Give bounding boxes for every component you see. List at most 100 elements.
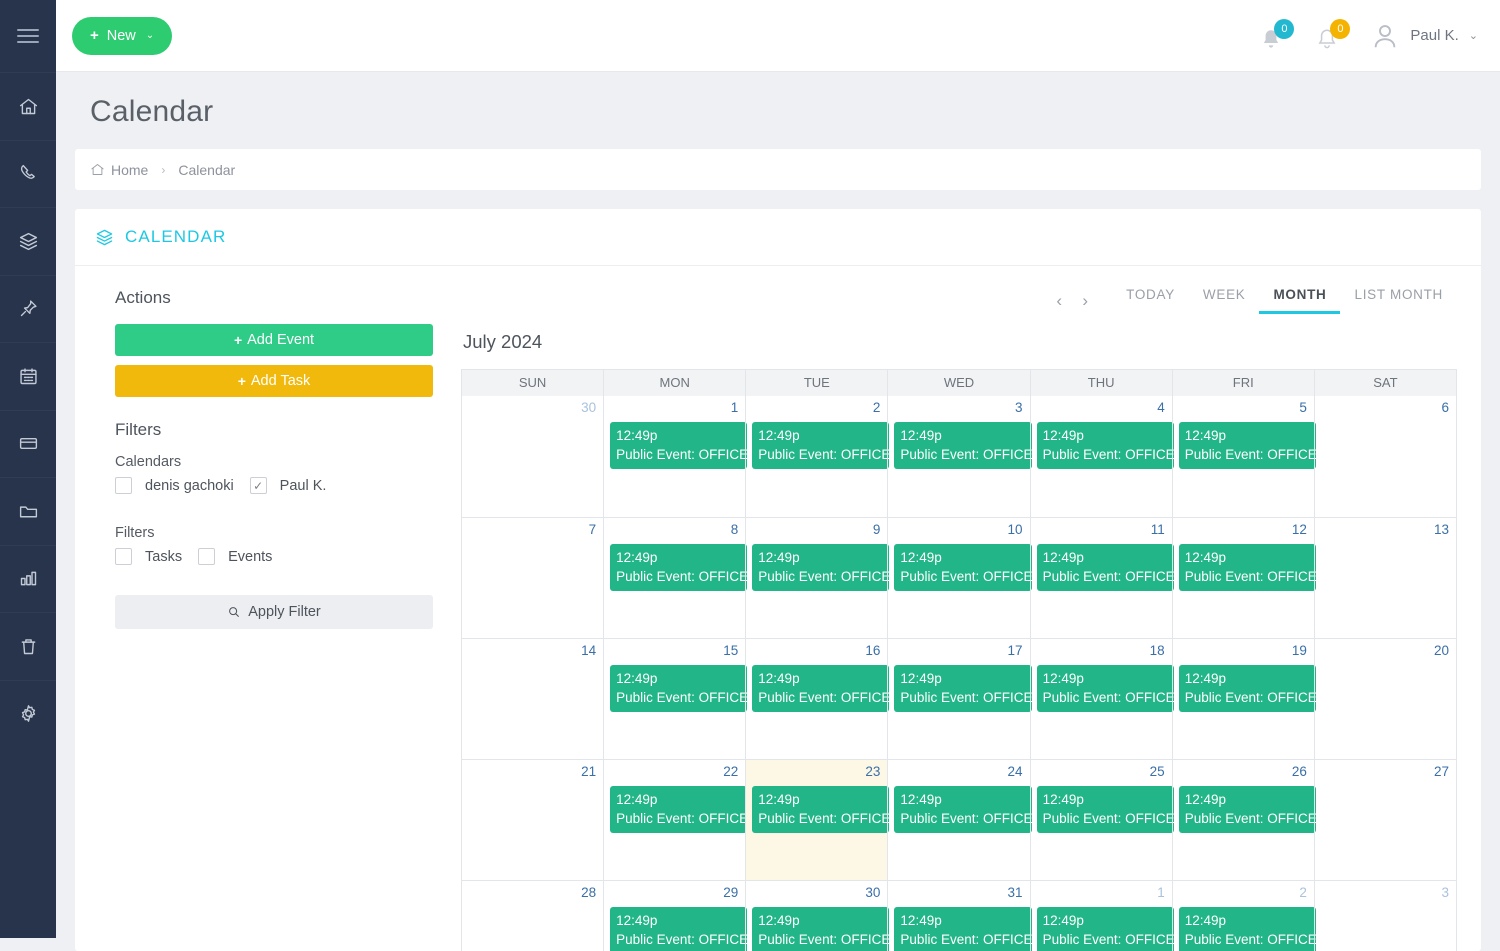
prev-month-button[interactable]: ‹ bbox=[1046, 288, 1072, 314]
pin-icon bbox=[20, 300, 37, 317]
calendar-event[interactable]: 12:49p Public Event: OFFICE bbox=[1178, 665, 1316, 712]
day-cell[interactable]: 20 bbox=[1313, 639, 1456, 759]
add-task-button[interactable]: + Add Task bbox=[115, 365, 433, 397]
next-month-button[interactable]: › bbox=[1072, 288, 1098, 314]
day-cell[interactable]: 3 bbox=[1313, 881, 1456, 951]
calendar-event[interactable]: 12:49p Public Event: OFFICE bbox=[752, 786, 890, 833]
calendar-event[interactable]: 12:49p Public Event: OFFICE bbox=[894, 544, 1032, 591]
day-cell[interactable]: 24 12:49p Public Event: OFFICE bbox=[887, 760, 1032, 880]
breadcrumb-home-link[interactable]: Home bbox=[111, 162, 148, 178]
day-cell[interactable]: 10 12:49p Public Event: OFFICE bbox=[887, 518, 1032, 638]
day-cell[interactable]: 30 12:49p Public Event: OFFICE bbox=[745, 881, 890, 951]
event-time: 12:49p bbox=[616, 550, 658, 565]
calendar-event[interactable]: 12:49p Public Event: OFFICE bbox=[752, 422, 890, 469]
checkbox-paul-k[interactable] bbox=[249, 477, 267, 494]
day-cell[interactable]: 28 bbox=[462, 881, 603, 951]
calendar-event[interactable]: 12:49p Public Event: OFFICE bbox=[1178, 422, 1316, 469]
day-cell[interactable]: 2 12:49p Public Event: OFFICE bbox=[745, 396, 890, 517]
calendar-event[interactable]: 12:49p Public Event: OFFICE bbox=[1178, 786, 1316, 833]
day-cell[interactable]: 9 12:49p Public Event: OFFICE bbox=[745, 518, 890, 638]
sidebar-item-calls[interactable] bbox=[0, 139, 56, 208]
calendar-event[interactable]: 12:49p Public Event: OFFICE bbox=[1036, 786, 1174, 833]
sidebar-item-trash[interactable] bbox=[0, 612, 56, 680]
checkbox-events[interactable] bbox=[198, 548, 216, 565]
day-cell[interactable]: 8 12:49p Public Event: OFFICE bbox=[603, 518, 748, 638]
calendar-event[interactable]: 12:49p Public Event: OFFICE bbox=[1036, 907, 1174, 951]
calendar-event[interactable]: 12:49p Public Event: OFFICE bbox=[610, 907, 748, 951]
day-cell[interactable]: 7 bbox=[462, 518, 603, 638]
calendar-event[interactable]: 12:49p Public Event: OFFICE bbox=[1036, 665, 1174, 712]
day-cell[interactable]: 21 bbox=[462, 760, 603, 880]
calendar-event[interactable]: 12:49p Public Event: OFFICE bbox=[1036, 544, 1174, 591]
day-cell[interactable]: 29 12:49p Public Event: OFFICE bbox=[603, 881, 748, 951]
calendar-event[interactable]: 12:49p Public Event: OFFICE bbox=[752, 907, 890, 951]
day-cell[interactable]: 27 bbox=[1313, 760, 1456, 880]
sidebar-item-files[interactable] bbox=[0, 477, 56, 545]
day-cell[interactable]: 25 12:49p Public Event: OFFICE bbox=[1029, 760, 1174, 880]
sidebar-item-calendar[interactable] bbox=[0, 342, 56, 410]
day-cell[interactable]: 11 12:49p Public Event: OFFICE bbox=[1029, 518, 1174, 638]
add-event-button[interactable]: + Add Event bbox=[115, 324, 433, 356]
new-button[interactable]: + New ⌄ bbox=[72, 16, 173, 55]
calendar-event[interactable]: 12:49p Public Event: OFFICE bbox=[1178, 544, 1316, 591]
sidebar-item-reports[interactable] bbox=[0, 544, 56, 613]
sidebar-item-billing[interactable] bbox=[0, 409, 56, 478]
day-cell[interactable]: 1 12:49p Public Event: OFFICE bbox=[1029, 881, 1174, 951]
view-today-button[interactable]: TODAY bbox=[1112, 287, 1189, 314]
calendar-event[interactable]: 12:49p Public Event: OFFICE bbox=[1178, 907, 1316, 951]
day-cell[interactable]: 16 12:49p Public Event: OFFICE bbox=[745, 639, 890, 759]
view-list-month-button[interactable]: LIST MONTH bbox=[1340, 287, 1457, 314]
notifications-button[interactable]: 0 bbox=[1258, 18, 1295, 53]
day-cell[interactable]: 2 12:49p Public Event: OFFICE bbox=[1171, 881, 1316, 951]
day-cell[interactable]: 5 12:49p Public Event: OFFICE bbox=[1171, 396, 1316, 517]
event-title: Public Event: OFFICE bbox=[616, 569, 748, 584]
calendar-event[interactable]: 12:49p Public Event: OFFICE bbox=[1036, 422, 1174, 469]
apply-filter-button[interactable]: Apply Filter bbox=[115, 595, 433, 629]
sidebar-item-home[interactable] bbox=[0, 72, 56, 140]
day-number: 4 bbox=[1157, 400, 1165, 415]
day-cell[interactable]: 13 bbox=[1313, 518, 1456, 638]
event-title: Public Event: OFFICE bbox=[1184, 811, 1316, 826]
alerts-button[interactable]: 0 bbox=[1314, 18, 1351, 53]
calendar-event[interactable]: 12:49p Public Event: OFFICE bbox=[894, 422, 1032, 469]
day-cell[interactable]: 30 bbox=[462, 396, 603, 517]
calendar-event[interactable]: 12:49p Public Event: OFFICE bbox=[752, 665, 890, 712]
day-number: 31 bbox=[1007, 885, 1023, 900]
day-cell[interactable]: 1 12:49p Public Event: OFFICE bbox=[603, 396, 748, 517]
day-cell[interactable]: 22 12:49p Public Event: OFFICE bbox=[603, 760, 748, 880]
plus-icon: + bbox=[90, 27, 99, 44]
sidebar-item-pinned[interactable] bbox=[0, 274, 56, 343]
day-cell[interactable]: 12 12:49p Public Event: OFFICE bbox=[1171, 518, 1316, 638]
event-time: 12:49p bbox=[616, 792, 658, 807]
calendar-event[interactable]: 12:49p Public Event: OFFICE bbox=[610, 665, 748, 712]
avatar-icon bbox=[1375, 24, 1396, 47]
view-week-button[interactable]: WEEK bbox=[1189, 287, 1260, 314]
notifications-badge: 0 bbox=[1274, 18, 1295, 39]
calendar-event[interactable]: 12:49p Public Event: OFFICE bbox=[752, 544, 890, 591]
menu-toggle-button[interactable] bbox=[0, 0, 56, 72]
day-cell[interactable]: 15 12:49p Public Event: OFFICE bbox=[603, 639, 748, 759]
day-cell[interactable]: 4 12:49p Public Event: OFFICE bbox=[1029, 396, 1174, 517]
sidebar-item-layers[interactable] bbox=[0, 207, 56, 275]
day-cell[interactable]: 14 bbox=[462, 639, 603, 759]
day-cell[interactable]: 31 12:49p Public Event: OFFICE bbox=[887, 881, 1032, 951]
checkbox-denis-gachoki[interactable] bbox=[115, 477, 132, 494]
view-month-button[interactable]: MONTH bbox=[1259, 287, 1341, 314]
event-time: 12:49p bbox=[1184, 913, 1226, 928]
day-cell[interactable]: 6 bbox=[1313, 396, 1456, 517]
calendar-event[interactable]: 12:49p Public Event: OFFICE bbox=[894, 786, 1032, 833]
calendar-event[interactable]: 12:49p Public Event: OFFICE bbox=[610, 786, 748, 833]
day-cell[interactable]: 19 12:49p Public Event: OFFICE bbox=[1171, 639, 1316, 759]
day-cell[interactable]: 26 12:49p Public Event: OFFICE bbox=[1171, 760, 1316, 880]
calendar-event[interactable]: 12:49p Public Event: OFFICE bbox=[610, 422, 748, 469]
day-cell[interactable]: 17 12:49p Public Event: OFFICE bbox=[887, 639, 1032, 759]
sidebar-item-settings[interactable] bbox=[0, 679, 56, 748]
calendar-event[interactable]: 12:49p Public Event: OFFICE bbox=[610, 544, 748, 591]
user-menu-button[interactable]: Paul K. ⌄ bbox=[1370, 21, 1478, 51]
calendar-event[interactable]: 12:49p Public Event: OFFICE bbox=[894, 907, 1032, 951]
day-cell[interactable]: 23 12:49p Public Event: OFFICE bbox=[745, 760, 890, 880]
checkbox-tasks[interactable] bbox=[115, 548, 132, 565]
day-cell[interactable]: 3 12:49p Public Event: OFFICE bbox=[887, 396, 1032, 517]
calendar-event[interactable]: 12:49p Public Event: OFFICE bbox=[894, 665, 1032, 712]
day-cell[interactable]: 18 12:49p Public Event: OFFICE bbox=[1029, 639, 1174, 759]
